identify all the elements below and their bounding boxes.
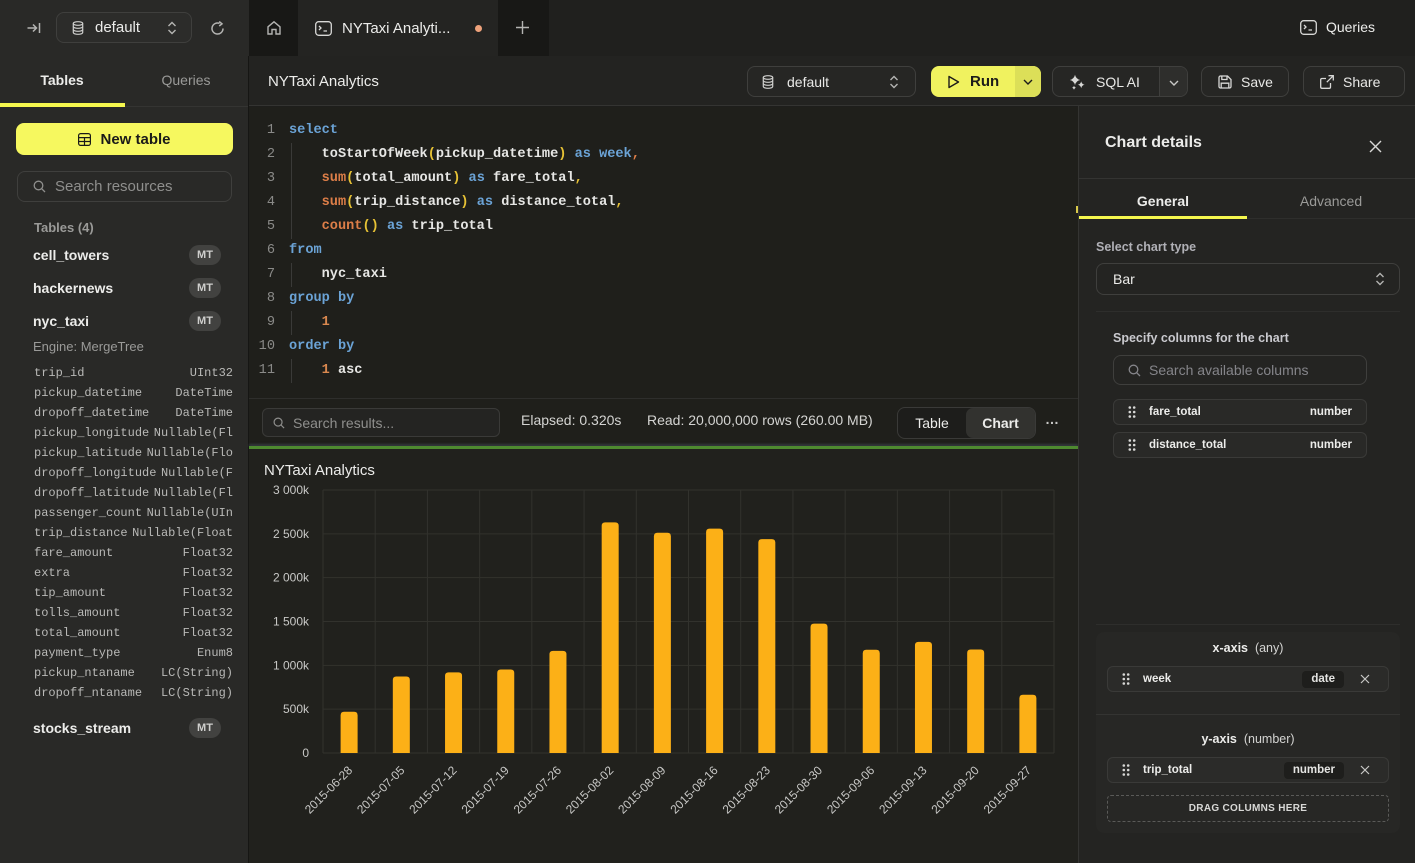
svg-text:2015-06-28: 2015-06-28: [302, 763, 356, 817]
svg-text:2015-09-06: 2015-09-06: [824, 763, 878, 817]
svg-text:2015-09-27: 2015-09-27: [981, 763, 1035, 817]
svg-text:2015-07-12: 2015-07-12: [406, 763, 460, 817]
svg-text:2015-07-26: 2015-07-26: [511, 763, 565, 817]
svg-text:2015-08-30: 2015-08-30: [772, 763, 826, 817]
svg-text:0: 0: [302, 746, 309, 760]
svg-text:3 000k: 3 000k: [273, 483, 310, 497]
svg-text:2015-08-09: 2015-08-09: [615, 763, 669, 817]
svg-text:2015-08-02: 2015-08-02: [563, 763, 617, 817]
svg-text:2 500k: 2 500k: [273, 527, 310, 541]
svg-text:2 000k: 2 000k: [273, 571, 310, 585]
svg-text:2015-08-16: 2015-08-16: [667, 763, 721, 817]
svg-text:2015-08-23: 2015-08-23: [720, 763, 774, 817]
svg-text:1 000k: 1 000k: [273, 658, 310, 672]
svg-text:2015-09-20: 2015-09-20: [928, 763, 982, 817]
svg-text:NYTaxi Analytics: NYTaxi Analytics: [264, 462, 375, 479]
svg-text:2015-07-05: 2015-07-05: [354, 763, 408, 817]
svg-text:500k: 500k: [283, 702, 310, 716]
svg-text:2015-09-13: 2015-09-13: [876, 763, 930, 817]
svg-text:1 500k: 1 500k: [273, 615, 310, 629]
svg-text:2015-07-19: 2015-07-19: [459, 763, 513, 817]
